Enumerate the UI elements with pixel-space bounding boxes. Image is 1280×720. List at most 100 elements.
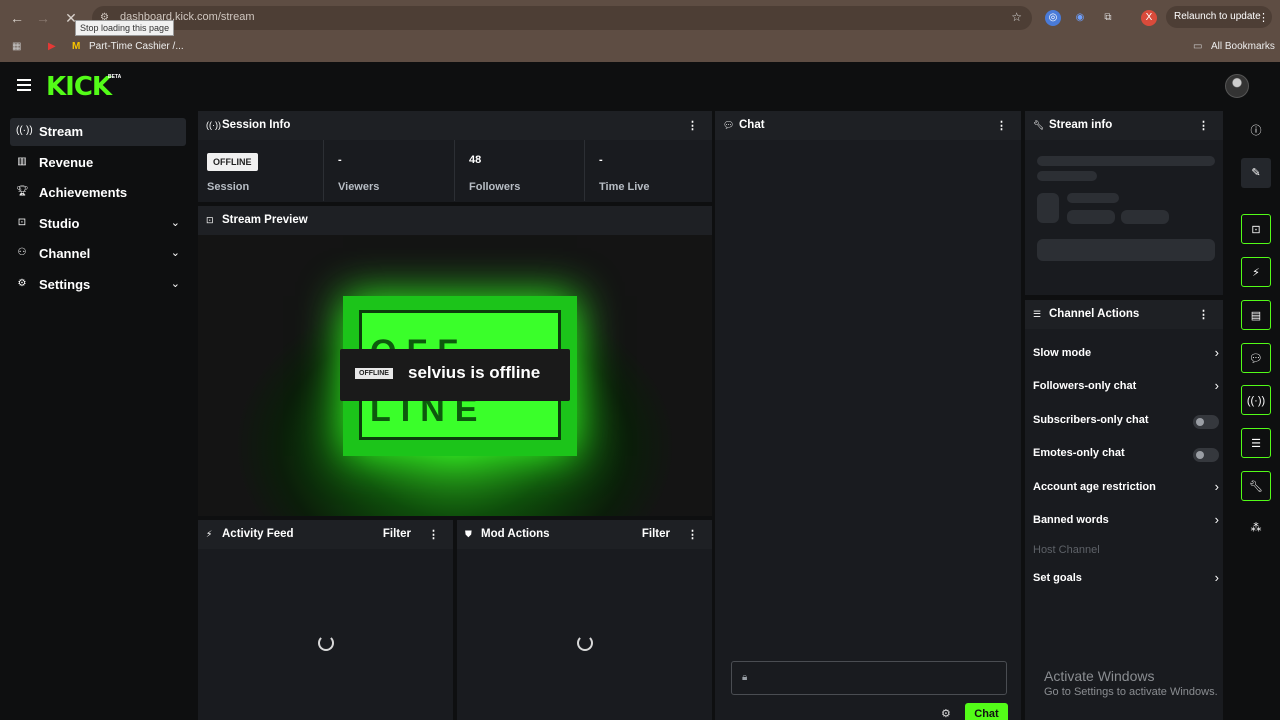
action-label: Set goals xyxy=(1033,572,1082,584)
chat-settings-gear-icon[interactable]: ⚙ xyxy=(941,707,951,720)
sidebar-item-settings[interactable]: ⚙ Settings ⌄ xyxy=(10,271,186,299)
action-label: Subscribers-only chat xyxy=(1033,414,1149,426)
watermark-subtitle: Go to Settings to activate Windows. xyxy=(1044,686,1218,698)
subscribers-only-item: Subscribers-only chat xyxy=(1033,410,1219,434)
skeleton-line xyxy=(1037,156,1215,166)
slow-mode-item[interactable]: Slow mode › xyxy=(1033,343,1219,367)
profile-icon[interactable]: X xyxy=(1141,10,1157,26)
kebab-icon[interactable]: ⋮ xyxy=(687,119,698,132)
chart-icon: ▥ xyxy=(17,156,27,167)
emotes-only-toggle[interactable] xyxy=(1193,448,1219,462)
all-bookmarks[interactable]: All Bookmarks xyxy=(1211,41,1275,52)
chevron-right-icon: › xyxy=(1214,512,1219,527)
mod-actions-panel: ⛊ Mod Actions Filter ⋮ xyxy=(457,520,712,720)
host-channel-item: Host Channel xyxy=(1033,540,1219,564)
followers-only-item[interactable]: Followers-only chat › xyxy=(1033,376,1219,400)
kebab-icon[interactable]: ⋮ xyxy=(1198,119,1209,132)
offline-message: OFFLINE selvius is offline xyxy=(340,349,570,401)
apps-grid-icon[interactable]: ▦ xyxy=(12,41,21,52)
subscribers-only-toggle[interactable] xyxy=(1193,415,1219,429)
chat-input[interactable]: 🔒︎ xyxy=(731,661,1007,695)
browser-chrome: ← → ✕ ⚙ dashboard.kick.com/stream ☆ ◎ ◉ … xyxy=(0,0,1280,62)
kebab-icon[interactable]: ⋮ xyxy=(996,119,1007,132)
hamburger-menu-icon[interactable] xyxy=(17,79,31,91)
kebab-icon[interactable]: ⋮ xyxy=(1198,308,1209,321)
stream-info-panel: 🔧︎ Stream info ⋮ xyxy=(1025,111,1223,295)
back-arrow-icon[interactable]: ← xyxy=(8,9,26,27)
chat-send-button[interactable]: Chat xyxy=(965,703,1008,720)
chevron-right-icon: › xyxy=(1214,345,1219,360)
panel-header: ⚡︎ Activity Feed Filter ⋮ xyxy=(198,520,453,549)
lightning-icon[interactable]: ⚡︎ xyxy=(1241,257,1271,287)
edit-pencil-icon[interactable]: ✎ xyxy=(1241,158,1271,188)
action-label: Followers-only chat xyxy=(1033,380,1137,392)
wrench-icon[interactable]: 🔧︎ xyxy=(1241,471,1271,501)
relaunch-button[interactable]: Relaunch to update xyxy=(1166,6,1272,28)
sidebar: ((·)) Stream ▥ Revenue 🏆︎ Achievements ⊡… xyxy=(0,110,195,720)
followers-stat: 48 Followers xyxy=(455,140,585,201)
loading-spinner xyxy=(577,635,593,651)
chevron-down-icon: ⌄ xyxy=(170,278,180,290)
kebab-icon[interactable]: ⋮ xyxy=(428,528,439,541)
panel-header: ⊡ Stream Preview xyxy=(198,206,712,235)
skeleton-line xyxy=(1067,193,1119,203)
actions-icon[interactable]: ☰ xyxy=(1241,428,1271,458)
studio-scan-icon[interactable]: ⊡ xyxy=(1241,214,1271,244)
account-age-item[interactable]: Account age restriction › xyxy=(1033,477,1219,501)
stat-value: 48 xyxy=(469,154,482,166)
sidebar-item-stream[interactable]: ((·)) Stream xyxy=(10,118,186,146)
skeleton-tag xyxy=(1067,210,1115,224)
stat-value: - xyxy=(338,154,342,166)
filter-button[interactable]: Filter xyxy=(642,528,670,540)
chat-bubble-icon: 💬︎ xyxy=(723,120,735,130)
stat-label: Session xyxy=(207,181,250,193)
panel-title: Chat xyxy=(739,119,765,131)
panel-header: 💬︎ Chat ⋮ xyxy=(715,111,1021,140)
address-bar[interactable]: ⚙ dashboard.kick.com/stream ☆ xyxy=(92,6,1032,30)
info-icon[interactable]: ⓘ xyxy=(1241,116,1271,146)
panel-header: ((·)) Session Info ⋮ xyxy=(198,111,712,140)
filter-button[interactable]: Filter xyxy=(383,528,411,540)
document-icon[interactable]: ▤ xyxy=(1241,300,1271,330)
stat-label: Time Live xyxy=(599,181,650,193)
star-icon[interactable]: ☆ xyxy=(1011,10,1022,24)
bookmark-item[interactable]: Part-Time Cashier /... xyxy=(89,41,184,52)
panel-header: 🔧︎ Stream info ⋮ xyxy=(1025,111,1223,140)
add-widget-icon[interactable]: ⁂ xyxy=(1241,513,1271,543)
broadcast-icon[interactable]: ((·)) xyxy=(1241,385,1271,415)
sidebar-item-revenue[interactable]: ▥ Revenue xyxy=(10,149,186,177)
chat-bubble-icon[interactable]: 💬︎ xyxy=(1241,343,1271,373)
extension-blue-icon[interactable]: ◎ xyxy=(1045,10,1061,26)
sidebar-item-achievements[interactable]: 🏆︎ Achievements xyxy=(10,179,186,207)
actions-icon: ☰ xyxy=(1033,309,1042,319)
panel-title: Stream info xyxy=(1049,119,1113,131)
set-goals-item[interactable]: Set goals › xyxy=(1033,568,1219,592)
trophy-icon: 🏆︎ xyxy=(16,186,29,197)
beta-tag: BETA xyxy=(108,74,122,80)
kebab-icon[interactable]: ⋮ xyxy=(687,528,698,541)
stream-preview-image[interactable]: OFF LINE OFFLINE selvius is offline xyxy=(198,235,712,516)
sidebar-item-label: Stream xyxy=(39,124,84,139)
kebab-icon[interactable]: ⋮ xyxy=(1258,11,1269,24)
action-label: Host Channel xyxy=(1033,544,1100,556)
lightning-icon: ⚡︎ xyxy=(206,529,213,539)
chevron-right-icon: › xyxy=(1214,479,1219,494)
extension-icon[interactable]: ⧉ xyxy=(1100,10,1116,26)
panel-header: ☰ Channel Actions ⋮ xyxy=(1025,300,1223,329)
skeleton-thumb xyxy=(1037,193,1059,223)
youtube-icon[interactable]: ▶ xyxy=(48,41,56,52)
avatar[interactable] xyxy=(1225,74,1249,98)
sidebar-item-channel[interactable]: ⚇ Channel ⌄ xyxy=(10,240,186,268)
channel-icon: ⚇ xyxy=(17,247,27,258)
sidebar-item-studio[interactable]: ⊡ Studio ⌄ xyxy=(10,210,186,238)
chevron-right-icon: › xyxy=(1214,570,1219,585)
kick-logo[interactable]: KICK xyxy=(46,72,112,102)
extension-audio-icon[interactable]: ◉ xyxy=(1072,10,1088,26)
sidebar-item-label: Achievements xyxy=(39,185,128,200)
forward-arrow-icon[interactable]: → xyxy=(34,9,52,27)
folder-icon: ▭ xyxy=(1193,41,1203,52)
session-stat: OFFLINE Session xyxy=(198,140,324,201)
panel-title: Stream Preview xyxy=(222,214,308,226)
banned-words-item[interactable]: Banned words › xyxy=(1033,510,1219,534)
stat-label: Viewers xyxy=(338,181,380,193)
